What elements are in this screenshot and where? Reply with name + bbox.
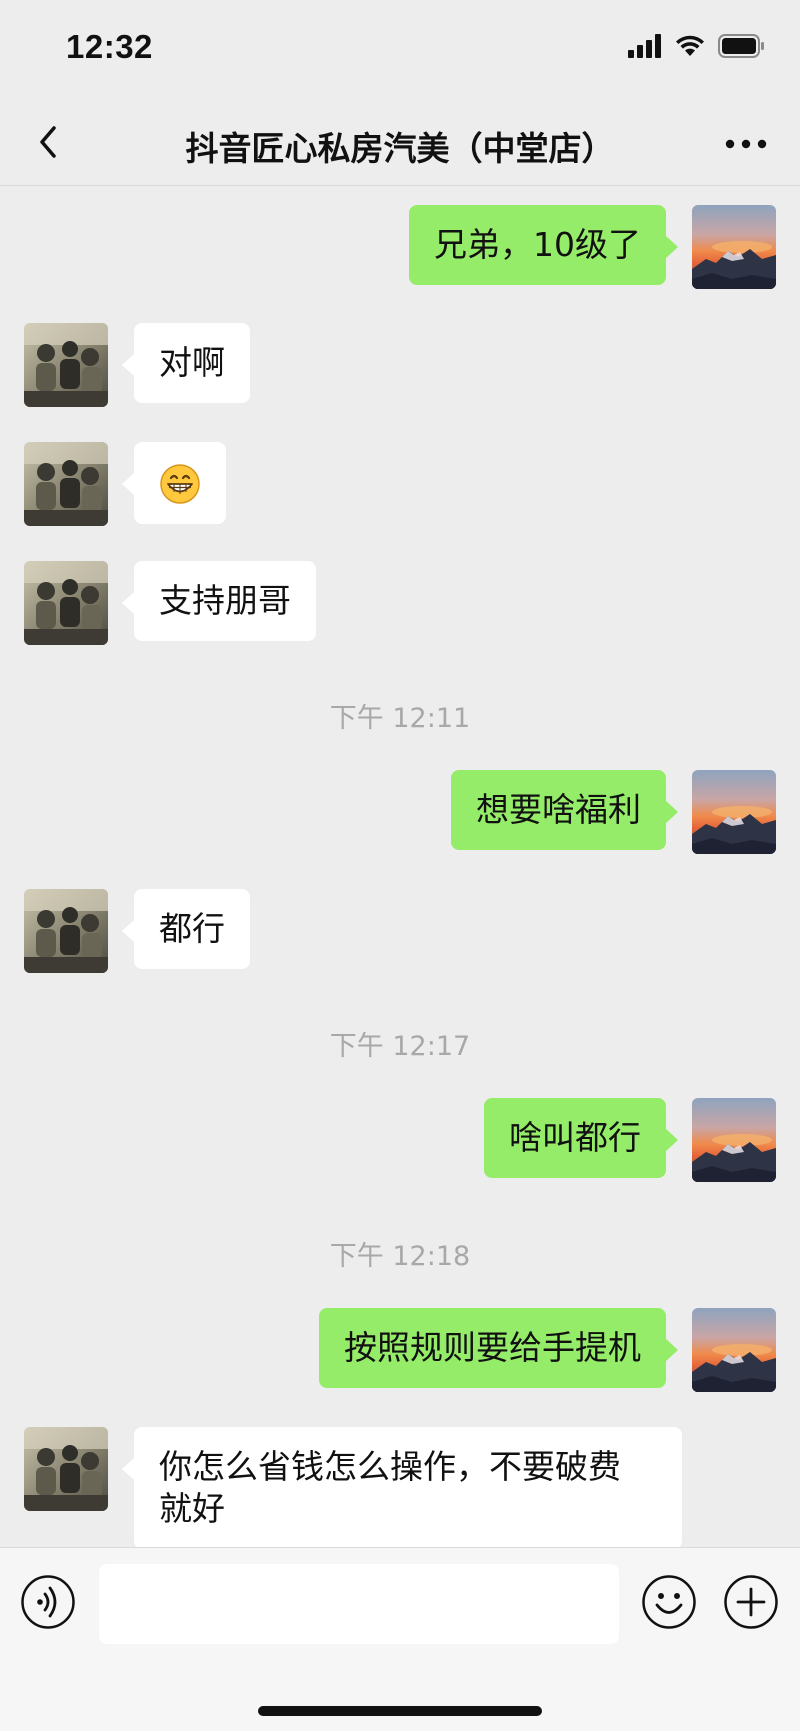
timestamp: 下午 12:18 — [329, 1241, 471, 1272]
friend-message-bubble[interactable]: 支持朋哥 — [122, 561, 316, 641]
status-time: 12:32 — [66, 28, 153, 65]
friend-emoji-bubble[interactable] — [122, 442, 226, 524]
message-line: 你怎么省钱怎么操作，不要破费 — [159, 1447, 621, 1486]
wifi-icon — [676, 35, 704, 56]
status-bar: 12:32 — [0, 0, 800, 100]
friend-avatar[interactable] — [24, 561, 108, 645]
signal-icon — [628, 34, 661, 58]
my-avatar[interactable] — [692, 770, 776, 854]
friend-message-bubble[interactable]: 都行 — [122, 889, 250, 969]
timestamp: 下午 12:17 — [329, 1031, 471, 1062]
my-message-bubble[interactable]: 想要啥福利 — [451, 770, 678, 850]
friend-avatar[interactable] — [24, 1427, 108, 1511]
more-functions-button[interactable] — [723, 1574, 779, 1630]
timestamp: 下午 12:11 — [329, 703, 471, 734]
voice-icon — [21, 1575, 75, 1629]
my-avatar[interactable] — [692, 1098, 776, 1182]
my-message-bubble[interactable]: 按照规则要给手提机 — [319, 1308, 678, 1388]
more-button[interactable] — [722, 124, 770, 164]
my-message-bubble[interactable]: 啥叫都行 — [484, 1098, 678, 1178]
plus-circle-icon — [724, 1575, 778, 1629]
chat-title: 抖音匠心私房汽美（中堂店） — [185, 129, 615, 168]
grinning-face-icon — [160, 463, 200, 504]
my-avatar[interactable] — [692, 205, 776, 289]
chevron-left-icon — [40, 126, 56, 158]
friend-avatar[interactable] — [24, 323, 108, 407]
friend-avatar[interactable] — [24, 889, 108, 973]
message-input[interactable] — [99, 1564, 619, 1644]
battery-icon — [718, 34, 764, 58]
chat-messages[interactable]: 兄弟，10级了 对啊 支持朋哥 下午 12:11 想要啥福利 都行 下午 12:… — [0, 187, 800, 1547]
smiley-icon — [642, 1575, 696, 1629]
more-dots-icon — [725, 139, 767, 149]
back-button[interactable] — [26, 118, 74, 166]
friend-avatar[interactable] — [24, 442, 108, 526]
message-line: 就好 — [159, 1489, 225, 1528]
emoji-button[interactable] — [641, 1574, 697, 1630]
friend-message-bubble[interactable]: 你怎么省钱怎么操作，不要破费 就好 — [122, 1427, 682, 1547]
status-icons — [628, 34, 766, 58]
nav-bar: 抖音匠心私房汽美（中堂店） — [0, 100, 800, 186]
input-bar — [0, 1547, 800, 1731]
friend-message-bubble[interactable]: 对啊 — [122, 323, 250, 403]
home-indicator[interactable] — [258, 1706, 542, 1716]
my-message-bubble[interactable]: 兄弟，10级了 — [409, 205, 678, 285]
voice-button[interactable] — [20, 1574, 76, 1630]
my-avatar[interactable] — [692, 1308, 776, 1392]
